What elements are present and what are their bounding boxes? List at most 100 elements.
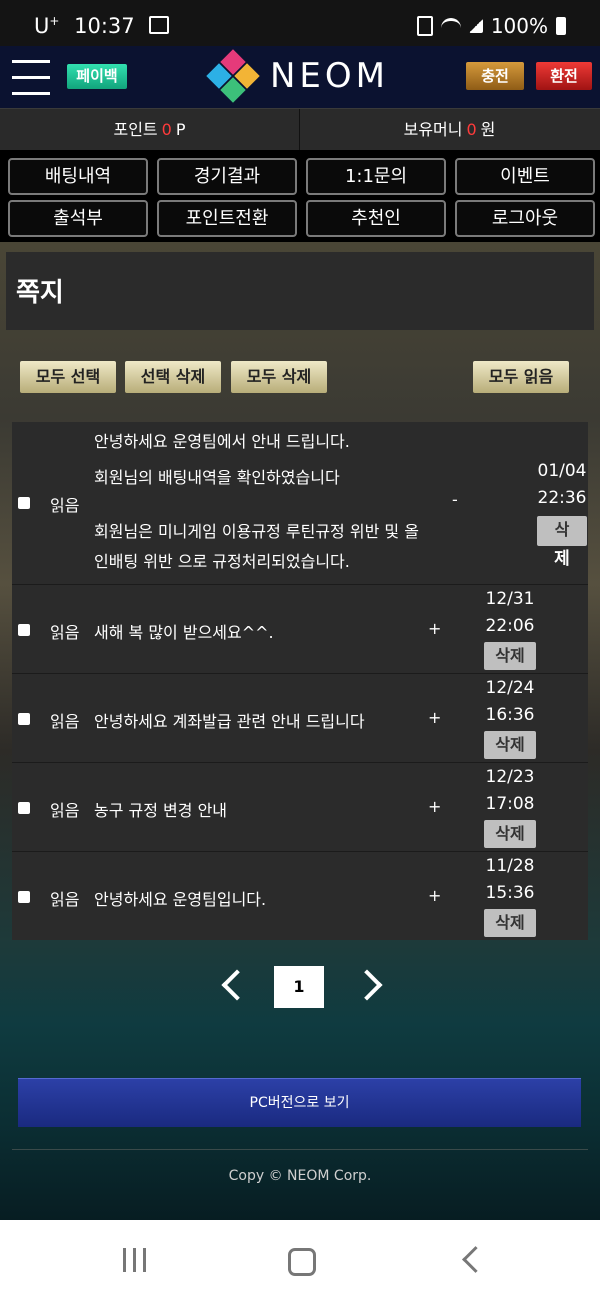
menu-grid: 배팅내역 경기결과 1:1문의 이벤트 출석부 포인트전환 추천인 로그아웃 (0, 150, 600, 242)
message-checkbox[interactable] (18, 713, 30, 725)
nfc-icon (416, 16, 433, 36)
menu-event[interactable]: 이벤트 (455, 158, 595, 195)
page-title-bar: 쪽지 (6, 252, 594, 330)
read-status: 읽음 (50, 496, 80, 515)
expand-toggle[interactable]: + (428, 619, 441, 638)
next-page-icon[interactable] (351, 969, 383, 1001)
message-subject[interactable]: 새해 복 많이 받으세요^^. (94, 619, 274, 643)
hamburger-menu-icon[interactable] (12, 60, 50, 95)
read-status: 읽음 (50, 890, 80, 909)
recent-apps-icon[interactable] (120, 1248, 148, 1272)
message-row[interactable]: 읽음 안녕하세요 운영팀에서 안내 드립니다. 회원님의 배팅내역을 확인하였습… (12, 422, 588, 585)
message-subject[interactable]: 안녕하세요 계좌발급 관련 안내 드립니다 (94, 708, 365, 732)
site-logo[interactable]: NEOM (206, 49, 390, 103)
delete-button[interactable]: 삭제 (484, 731, 536, 759)
message-body-line: 회원님의 배팅내역을 확인하였습니다 (94, 468, 340, 487)
logo-text: NEOM (270, 56, 390, 96)
status-bar: U+ 10:37 100% (0, 0, 600, 46)
delete-selected-button[interactable]: 선택 삭제 (125, 361, 221, 393)
delete-button[interactable]: 삭제 (484, 642, 536, 670)
menu-attendance[interactable]: 출석부 (8, 200, 148, 237)
money-balance: 보유머니 0 원 (300, 109, 599, 151)
message-row[interactable]: 읽음 안녕하세요 운영팀입니다. + 11/28 15:36 삭제 (12, 851, 588, 940)
gallery-icon (149, 16, 170, 34)
message-date: 12/24 (485, 678, 535, 698)
menu-point-exchange[interactable]: 포인트전환 (157, 200, 297, 237)
message-checkbox[interactable] (18, 497, 30, 509)
battery-percent: 100% (490, 14, 548, 38)
message-date: 11/28 (485, 856, 535, 876)
status-left: U+ 10:37 (34, 14, 170, 38)
page-title: 쪽지 (16, 278, 64, 308)
select-all-button[interactable]: 모두 선택 (20, 361, 116, 393)
expand-toggle[interactable]: + (428, 708, 441, 727)
points-balance: 포인트 0 P (0, 109, 300, 151)
footer-copyright: Copy © NEOM Corp. (228, 1168, 372, 1184)
wifi-icon (440, 17, 461, 35)
clock: 10:37 (74, 14, 135, 38)
home-icon[interactable] (288, 1248, 316, 1276)
message-time: 15:36 (485, 883, 535, 903)
message-row[interactable]: 읽음 농구 규정 변경 안내 + 12/23 17:08 삭제 (12, 762, 588, 852)
menu-game-results[interactable]: 경기결과 (157, 158, 297, 195)
payback-button[interactable]: 페이백 (67, 64, 127, 89)
message-subject[interactable]: 안녕하세요 운영팀입니다. (94, 886, 266, 910)
logo-mark-icon (206, 49, 260, 103)
exchange-button[interactable]: 환전 (536, 62, 592, 90)
money-label: 보유머니 (403, 120, 463, 139)
read-all-button[interactable]: 모두 읽음 (473, 361, 569, 393)
expand-toggle[interactable]: + (428, 886, 441, 905)
message-body-line: 인배팅 위반 으로 규정처리되었습니다. (94, 552, 350, 571)
message-checkbox[interactable] (18, 802, 30, 814)
pagination: 1 (0, 966, 600, 1012)
pc-version-button[interactable]: PC버전으로 보기 (18, 1078, 581, 1127)
message-date: 12/31 (485, 589, 535, 609)
read-status: 읽음 (50, 623, 80, 642)
message-subject[interactable]: 안녕하세요 운영팀에서 안내 드립니다. (94, 428, 350, 452)
delete-button-overflow[interactable]: 제 (534, 546, 590, 573)
message-date: 12/23 (485, 767, 535, 787)
site-header: 페이백 NEOM 충전 환전 (0, 46, 600, 108)
read-status: 읽음 (50, 801, 80, 820)
delete-button[interactable]: 삭제 (484, 909, 536, 937)
back-icon[interactable] (462, 1246, 489, 1273)
message-subject[interactable]: 농구 규정 변경 안내 (94, 797, 227, 821)
signal-icon (468, 19, 483, 33)
money-value: 0 (466, 120, 477, 139)
points-unit: P (175, 120, 186, 139)
charge-button[interactable]: 충전 (466, 62, 524, 90)
menu-inquiry[interactable]: 1:1문의 (306, 158, 446, 195)
message-list: 읽음 안녕하세요 운영팀에서 안내 드립니다. 회원님의 배팅내역을 확인하였습… (12, 422, 588, 940)
page-current[interactable]: 1 (274, 966, 324, 1008)
points-label: 포인트 (113, 120, 158, 139)
carrier-label: U (34, 14, 50, 38)
message-checkbox[interactable] (18, 891, 30, 903)
delete-all-button[interactable]: 모두 삭제 (231, 361, 327, 393)
read-status: 읽음 (50, 712, 80, 731)
menu-referral[interactable]: 추천인 (306, 200, 446, 237)
balance-bar: 포인트 0 P 보유머니 0 원 (0, 108, 600, 151)
message-body-line: 회원님은 미니게임 이용규정 루틴규정 위반 및 올 (94, 522, 419, 541)
status-right: 100% (416, 14, 566, 38)
menu-logout[interactable]: 로그아웃 (455, 200, 595, 237)
message-time: 16:36 (485, 705, 535, 725)
delete-button[interactable]: 삭제 (484, 820, 536, 848)
points-value: 0 (161, 120, 172, 139)
message-date: 01/04 (537, 461, 587, 481)
message-checkbox[interactable] (18, 624, 30, 636)
message-time: 22:06 (485, 616, 535, 636)
money-unit: 원 (480, 120, 496, 139)
carrier-sup: + (49, 14, 60, 28)
collapse-toggle[interactable]: - (452, 490, 458, 509)
message-time: 22:36 (537, 488, 587, 508)
prev-page-icon[interactable] (221, 969, 253, 1001)
footer-divider (12, 1149, 588, 1150)
message-row[interactable]: 읽음 새해 복 많이 받으세요^^. + 12/31 22:06 삭제 (12, 584, 588, 674)
delete-button[interactable]: 삭 (537, 516, 587, 546)
expand-toggle[interactable]: + (428, 797, 441, 816)
android-nav-bar (0, 1220, 600, 1301)
message-row[interactable]: 읽음 안녕하세요 계좌발급 관련 안내 드립니다 + 12/24 16:36 삭… (12, 673, 588, 763)
battery-icon (556, 17, 566, 35)
message-time: 17:08 (485, 794, 535, 814)
menu-betting-history[interactable]: 배팅내역 (8, 158, 148, 195)
